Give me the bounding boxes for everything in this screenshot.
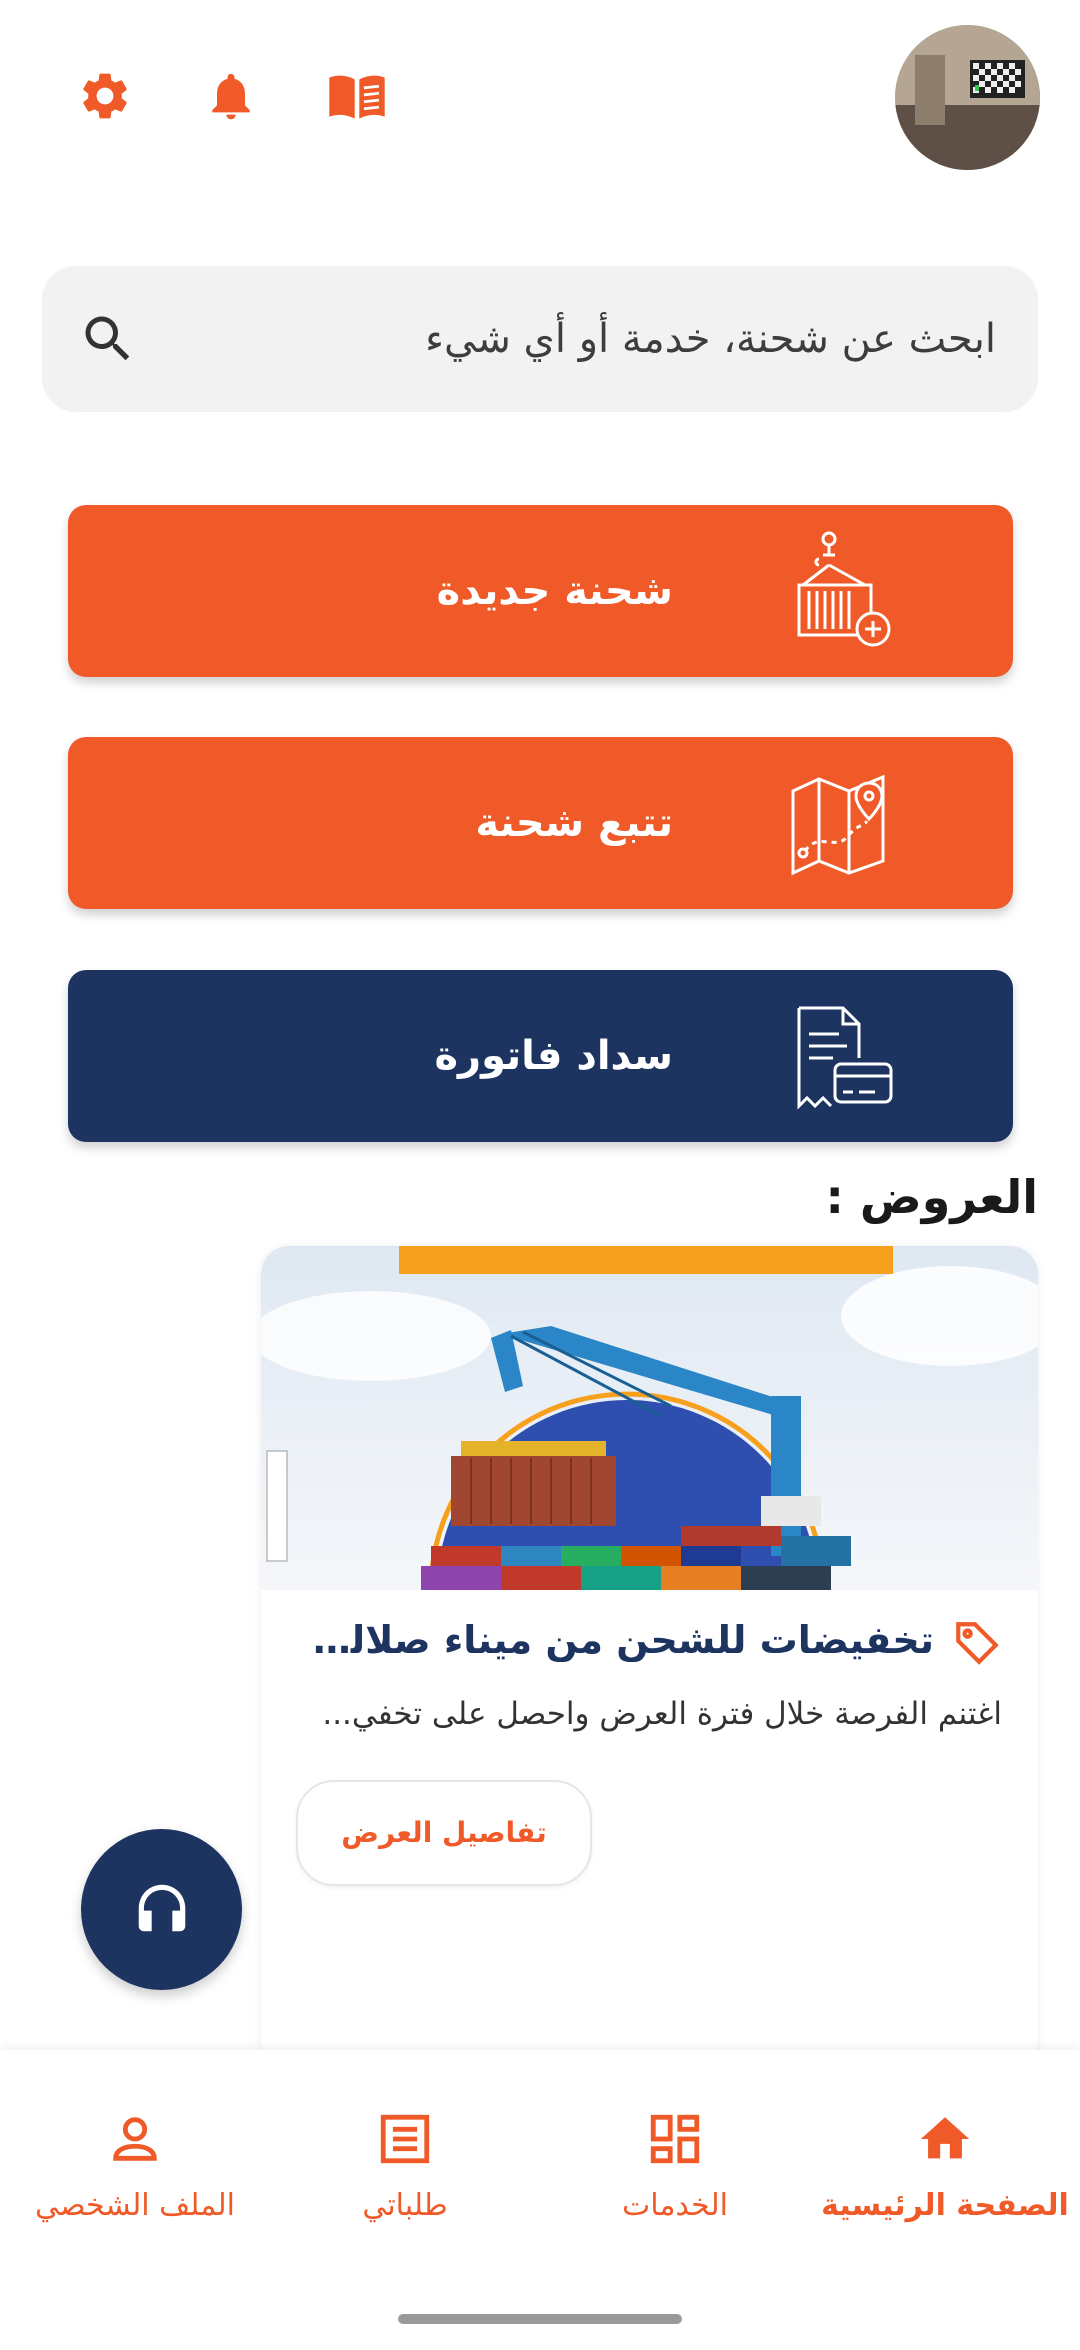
port-crane-containers-image [261,1246,1038,1591]
track-shipment-button[interactable]: تتبع شحنة [68,737,1013,909]
nav-label-home: الصفحة الرئيسية [821,2188,1069,2223]
headset-icon [131,1877,193,1943]
offer-title: تخفيضات للشحن من ميناء صلالة ا... [294,1618,934,1662]
user-icon [106,2110,164,2168]
pay-invoice-label: سداد فاتورة [434,1033,673,1079]
container-crane-plus-icon [779,529,903,653]
track-shipment-label: تتبع شحنة [475,800,673,846]
offers-section-title: العروض : [825,1170,1038,1224]
user-avatar[interactable] [895,25,1040,170]
offer-card[interactable]: تخفيضات للشحن من ميناء صلالة ا... اغتنم … [261,1246,1038,2066]
pay-invoice-button[interactable]: سداد فاتورة [68,970,1013,1142]
tag-icon [952,1616,1002,1670]
invoice-card-icon [779,994,903,1118]
home-icon [916,2110,974,2168]
bell-icon[interactable] [201,66,261,126]
new-shipment-button[interactable]: شحنة جديدة [68,505,1013,677]
search-icon[interactable] [78,309,138,369]
list-document-icon [376,2110,434,2168]
bottom-navigation: الصفحة الرئيسية الخدمات طلباتي الملف الش… [0,2050,1080,2350]
home-indicator[interactable] [398,2314,682,2324]
nav-item-my-orders[interactable]: طلباتي [270,2110,540,2230]
nav-label-services: الخدمات [621,2188,729,2223]
support-fab[interactable] [81,1829,242,1990]
offer-details-button[interactable]: تفاصيل العرض [296,1780,592,1886]
grid-icon [646,2110,704,2168]
offer-description: اغتنم الفرصة خلال فترة العرض واحصل على ت… [322,1696,1002,1732]
map-pin-route-icon [779,761,903,885]
nav-item-home[interactable]: الصفحة الرئيسية [810,2110,1080,2230]
nav-label-profile: الملف الشخصي [35,2188,235,2223]
search-input[interactable]: ابحث عن شحنة، خدمة أو أي شيء [425,266,996,412]
nav-label-my-orders: طلباتي [362,2188,448,2223]
new-shipment-label: شحنة جديدة [436,568,673,614]
nav-item-profile[interactable]: الملف الشخصي [0,2110,270,2230]
book-icon[interactable] [327,66,387,126]
search-bar[interactable]: ابحث عن شحنة، خدمة أو أي شيء [42,266,1038,412]
settings-icon[interactable] [75,66,135,126]
nav-item-services[interactable]: الخدمات [540,2110,810,2230]
